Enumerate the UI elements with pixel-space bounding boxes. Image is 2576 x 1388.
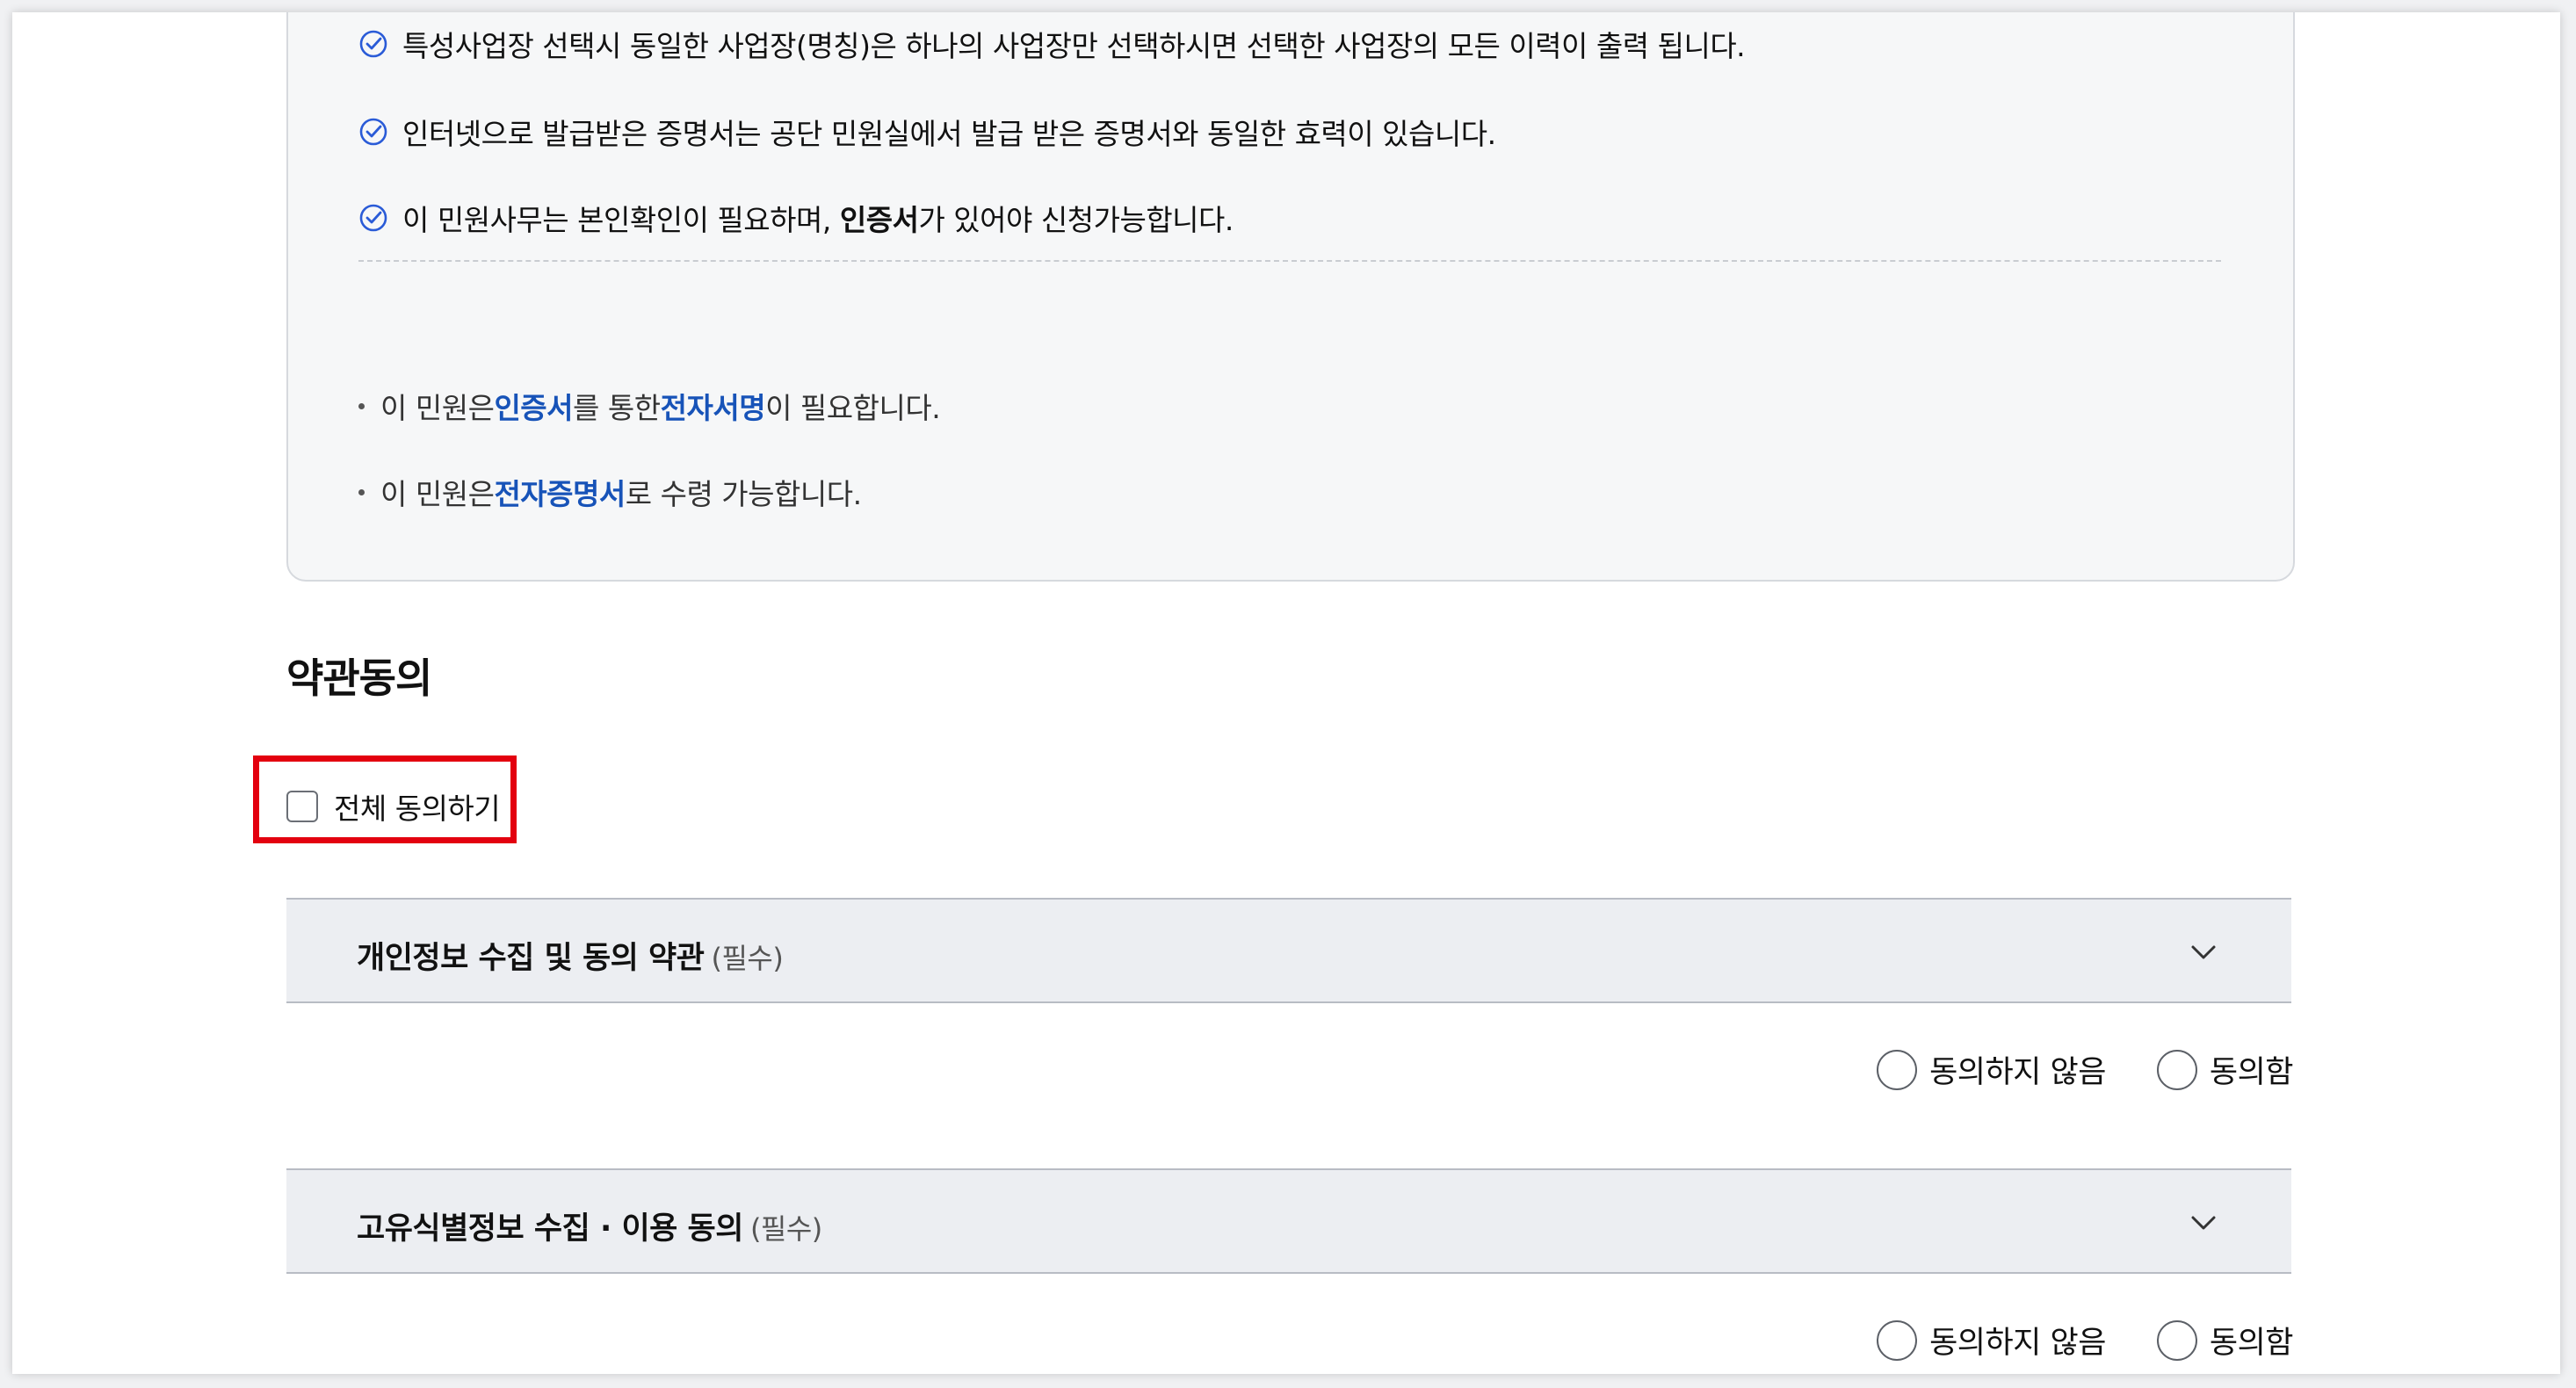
- highlight-text: 전자서명: [660, 391, 766, 425]
- agree-radio[interactable]: 동의함: [2156, 1047, 2294, 1092]
- radio-circle[interactable]: [2156, 1049, 2197, 1090]
- notice-check-text: 이 민원사무는 본인확인이 필요하며, 인증서가 있어야 신청가능합니다.: [402, 197, 1234, 239]
- radio-circle[interactable]: [1877, 1319, 1918, 1361]
- agree-all-label: 전체 동의하기: [334, 792, 501, 826]
- check-circle-icon: [359, 118, 387, 146]
- highlight-text: 전자증명서: [494, 477, 626, 511]
- notice-check-item: 이 민원사무는 본인확인이 필요하며, 인증서가 있어야 신청가능합니다.: [358, 197, 1234, 239]
- bullet-text-part: 를 통한: [573, 391, 661, 425]
- terms-section-title: 약관동의: [286, 654, 432, 702]
- required-tag: (필수): [711, 942, 784, 975]
- chevron-down-icon[interactable]: [2186, 935, 2221, 970]
- bullet-text-part: 로 수령 가능합니다.: [625, 477, 862, 511]
- notice-check-text: 특성사업장 선택시 동일한 사업장(명칭)은 하나의 사업장만 선택하시면 선택…: [402, 29, 1746, 63]
- notice-box: 특성사업장 선택시 동일한 사업장(명칭)은 하나의 사업장만 선택하시면 선택…: [286, 12, 2295, 582]
- agree-label: 동의함: [2209, 1326, 2294, 1361]
- radio-circle[interactable]: [1877, 1049, 1918, 1090]
- accordion-title: 고유식별정보 수집 · 이용 동의 (필수): [357, 1204, 822, 1248]
- bullet-text-part: 이 필요합니다.: [765, 391, 941, 425]
- highlight-text: 인증서: [494, 391, 574, 425]
- accordion-title: 개인정보 수집 및 동의 약관 (필수): [357, 933, 784, 978]
- disagree-label: 동의하지 않음: [1929, 1055, 2106, 1090]
- disagree-radio[interactable]: 동의하지 않음: [1877, 1318, 2106, 1363]
- agree-radio[interactable]: 동의함: [2156, 1318, 2294, 1363]
- browser-viewport: 특성사업장 선택시 동일한 사업장(명칭)은 하나의 사업장만 선택하시면 선택…: [12, 12, 2560, 1374]
- disagree-label: 동의하지 않음: [1929, 1326, 2106, 1361]
- dashed-divider: [358, 260, 2221, 262]
- notice-bullet-item: 이 민원은 인증서 를 통한 전자서명 이 필요합니다.: [358, 385, 941, 427]
- accordion-title-text: 개인정보 수집 및 동의 약관: [357, 941, 705, 976]
- chevron-down-icon[interactable]: [2186, 1205, 2221, 1240]
- notice-bullet-item: 이 민원은 전자증명서 로 수령 가능합니다.: [358, 471, 862, 513]
- bullet-dot: [358, 402, 365, 409]
- notice-check-item: 인터넷으로 발급받은 증명서는 공단 민원실에서 발급 받은 증명서와 동일한 …: [358, 111, 1496, 153]
- required-tag: (필수): [749, 1212, 822, 1246]
- disagree-radio[interactable]: 동의하지 않음: [1877, 1047, 2106, 1092]
- notice-check-text: 인터넷으로 발급받은 증명서는 공단 민원실에서 발급 받은 증명서와 동일한 …: [402, 117, 1496, 151]
- accordion-unique-id-terms[interactable]: 고유식별정보 수집 · 이용 동의 (필수): [286, 1168, 2291, 1274]
- bullet-text-part: 이 민원은: [380, 391, 495, 425]
- agree-label: 동의함: [2209, 1055, 2294, 1090]
- consent-radio-group: 동의하지 않음 동의함: [1826, 1318, 2294, 1363]
- notice-strong-text: 인증서: [839, 203, 919, 237]
- notice-check-item: 특성사업장 선택시 동일한 사업장(명칭)은 하나의 사업장만 선택하시면 선택…: [358, 23, 1746, 65]
- notice-text-part: 가 있어야 신청가능합니다.: [918, 203, 1234, 237]
- check-circle-icon: [359, 30, 387, 58]
- radio-circle[interactable]: [2156, 1319, 2197, 1361]
- bullet-text-part: 이 민원은: [380, 477, 495, 511]
- consent-radio-group: 동의하지 않음 동의함: [1826, 1047, 2294, 1092]
- check-circle-icon: [359, 204, 387, 232]
- bullet-dot: [358, 488, 365, 495]
- notice-text-part: 이 민원사무는 본인확인이 필요하며,: [402, 203, 840, 237]
- checkbox-box[interactable]: [286, 791, 318, 822]
- accordion-privacy-terms[interactable]: 개인정보 수집 및 동의 약관 (필수): [286, 898, 2291, 1003]
- agree-all-checkbox[interactable]: 전체 동의하기: [286, 785, 501, 828]
- accordion-title-text: 고유식별정보 수집 · 이용 동의: [357, 1211, 743, 1247]
